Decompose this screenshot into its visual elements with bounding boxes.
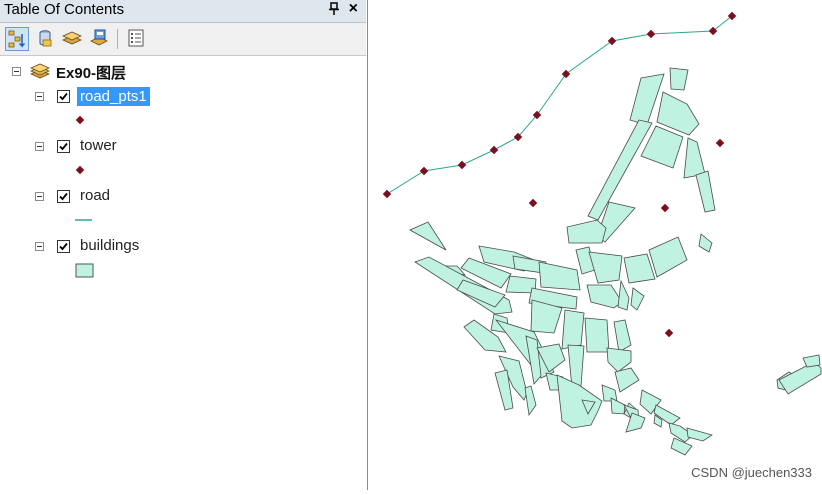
options-button[interactable] [125, 27, 149, 51]
panel-title: Table Of Contents [4, 1, 125, 18]
collapse-layer-icon[interactable] [35, 242, 44, 251]
buildings-layer [409, 67, 822, 456]
map-canvas[interactable] [369, 0, 822, 490]
list-by-visibility-icon [62, 31, 82, 45]
list-by-selection-icon [90, 29, 108, 46]
list-by-source-button[interactable] [34, 27, 58, 51]
toc-toolbar [0, 23, 366, 56]
toolbar-separator [117, 29, 118, 49]
checkmark-icon [59, 192, 68, 201]
layer-label-road-pts1[interactable]: road_pts1 [77, 87, 150, 106]
list-by-visibility-button[interactable] [61, 27, 85, 51]
checkmark-icon [59, 142, 68, 151]
list-by-source-icon [39, 30, 52, 47]
point-symbol-icon [75, 165, 85, 175]
polygon-symbol-icon [75, 263, 94, 278]
line-symbol-icon [75, 219, 92, 221]
close-icon[interactable]: × [349, 0, 358, 18]
pin-icon[interactable] [328, 2, 340, 19]
layer-visibility-checkbox[interactable] [57, 190, 70, 203]
list-by-drawing-order-icon [8, 30, 26, 48]
collapse-group-icon[interactable] [12, 67, 21, 76]
layer-tree: Ex90-图层 road_pts1 tower road buildings [0, 56, 362, 490]
list-by-selection-button[interactable] [88, 27, 112, 51]
panel-titlebar: Table Of Contents × [0, 0, 366, 23]
layer-visibility-checkbox[interactable] [57, 240, 70, 253]
options-icon [128, 29, 144, 47]
table-of-contents-panel: Table Of Contents × Ex90-图层 road_pts1 to… [0, 0, 368, 490]
checkmark-icon [59, 242, 68, 251]
layer-visibility-checkbox[interactable] [57, 90, 70, 103]
collapse-layer-icon[interactable] [35, 192, 44, 201]
checkmark-icon [59, 92, 68, 101]
collapse-layer-icon[interactable] [35, 92, 44, 101]
layer-visibility-checkbox[interactable] [57, 140, 70, 153]
layer-group-icon [30, 63, 50, 79]
list-by-drawing-order-button[interactable] [5, 27, 29, 51]
collapse-layer-icon[interactable] [35, 142, 44, 151]
layer-label-road[interactable]: road [80, 187, 110, 204]
layer-label-tower[interactable]: tower [80, 137, 117, 154]
point-symbol-icon [75, 115, 85, 125]
group-label[interactable]: Ex90-图层 [56, 62, 126, 83]
watermark-text: CSDN @juechen333 [691, 465, 812, 480]
map-view[interactable]: CSDN @juechen333 [369, 0, 822, 490]
layer-label-buildings[interactable]: buildings [80, 237, 139, 254]
